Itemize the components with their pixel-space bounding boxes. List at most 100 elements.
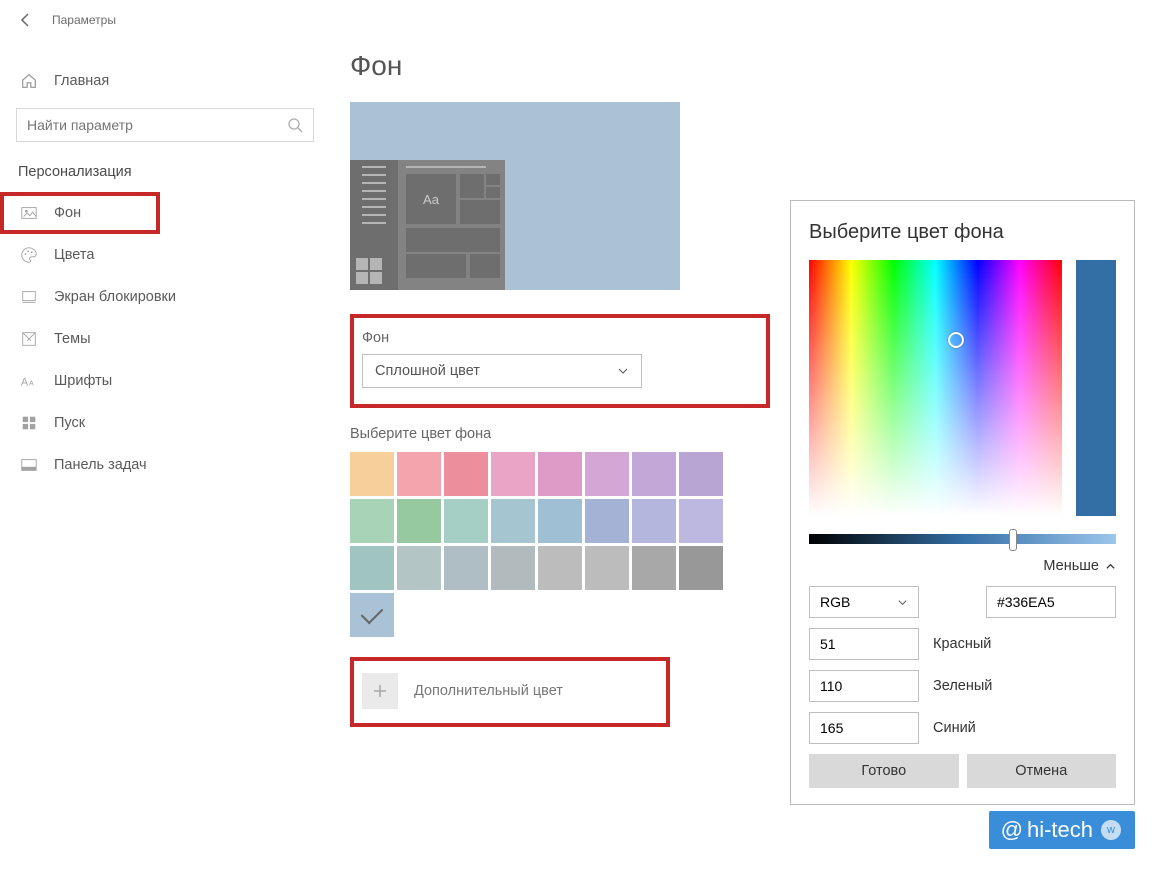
color-swatch-selected[interactable] (350, 593, 394, 637)
taskbar-icon (20, 456, 38, 474)
nav-home[interactable]: Главная (0, 62, 330, 100)
nav-label: Шрифты (54, 373, 112, 389)
nav-item-lockscreen[interactable]: Экран блокировки (0, 276, 330, 318)
image-icon (20, 204, 38, 222)
spectrum-thumb[interactable] (948, 332, 964, 348)
plus-icon (372, 683, 388, 699)
color-swatch[interactable] (538, 499, 582, 543)
hex-input[interactable] (986, 586, 1116, 618)
color-swatch[interactable] (632, 499, 676, 543)
color-grid-label: Выберите цвет фона (350, 426, 770, 442)
red-label: Красный (933, 636, 991, 652)
background-label: Фон (362, 330, 748, 346)
green-input[interactable] (809, 670, 919, 702)
page-title: Фон (350, 50, 770, 82)
cancel-button[interactable]: Отмена (967, 754, 1117, 788)
color-mode-select[interactable]: RGB (809, 586, 919, 618)
background-type-dropdown[interactable]: Сплошной цвет (362, 354, 642, 388)
nav-label: Фон (54, 205, 81, 221)
chevron-down-icon (897, 597, 908, 608)
value-slider[interactable] (809, 534, 1116, 544)
nav-item-taskbar[interactable]: Панель задач (0, 444, 330, 486)
nav-item-colors[interactable]: Цвета (0, 234, 330, 276)
green-label: Зеленый (933, 678, 992, 694)
start-icon (20, 414, 38, 432)
color-swatch[interactable] (444, 452, 488, 496)
settings-sidebar: Параметры Главная Персонализация Фон Цве… (0, 0, 330, 871)
blue-label: Синий (933, 720, 976, 736)
svg-text:A: A (29, 379, 34, 388)
nav-item-themes[interactable]: Темы (0, 318, 330, 360)
window-title: Параметры (52, 13, 116, 27)
color-swatch[interactable] (350, 499, 394, 543)
color-swatch[interactable] (397, 546, 441, 590)
color-swatch[interactable] (491, 546, 535, 590)
nav-label: Пуск (54, 415, 85, 431)
search-box[interactable] (16, 108, 314, 142)
palette-icon (20, 246, 38, 264)
search-icon (287, 117, 303, 133)
done-button[interactable]: Готово (809, 754, 959, 788)
color-swatch[interactable] (538, 452, 582, 496)
color-swatch[interactable] (679, 499, 723, 543)
color-swatch[interactable] (538, 546, 582, 590)
nav-home-label: Главная (54, 73, 109, 89)
color-swatch[interactable] (350, 452, 394, 496)
nav-item-start[interactable]: Пуск (0, 402, 330, 444)
blue-input[interactable] (809, 712, 919, 744)
color-swatch[interactable] (444, 499, 488, 543)
color-swatch[interactable] (397, 452, 441, 496)
color-swatch[interactable] (585, 499, 629, 543)
color-swatch[interactable] (397, 499, 441, 543)
fonts-icon: AA (20, 372, 38, 390)
watermark-text: hi-tech (1027, 817, 1093, 843)
nav-label: Экран блокировки (54, 289, 176, 305)
color-picker-dialog: Выберите цвет фона Меньше RGB Красный Зе… (790, 200, 1135, 805)
color-preview (1076, 260, 1116, 516)
background-type-section: Фон Сплошной цвет (350, 314, 770, 408)
custom-color-section: Дополнительный цвет (350, 657, 670, 727)
nav-items: Фон Цвета Экран блокировки Темы AA Шрифт… (0, 192, 330, 486)
home-icon (20, 72, 38, 90)
color-swatch[interactable] (491, 452, 535, 496)
chevron-down-icon (617, 365, 629, 377)
search-input[interactable] (27, 117, 287, 133)
nav-label: Цвета (54, 247, 94, 263)
slider-thumb[interactable] (1009, 529, 1017, 551)
color-swatch[interactable] (632, 546, 676, 590)
svg-text:A: A (21, 377, 29, 389)
nav-item-background[interactable]: Фон (0, 192, 160, 234)
themes-icon (20, 330, 38, 348)
color-swatch[interactable] (679, 452, 723, 496)
chevron-up-icon (1105, 561, 1116, 572)
color-swatch[interactable] (679, 546, 723, 590)
color-swatch[interactable] (632, 452, 676, 496)
less-toggle[interactable]: Меньше (809, 558, 1116, 574)
less-label: Меньше (1043, 558, 1099, 574)
nav-item-fonts[interactable]: AA Шрифты (0, 360, 330, 402)
color-swatch[interactable] (491, 499, 535, 543)
color-swatch[interactable] (350, 546, 394, 590)
add-custom-color-button[interactable] (362, 673, 398, 709)
nav-label: Темы (54, 331, 91, 347)
lock-screen-icon (20, 288, 38, 306)
color-grid (350, 452, 770, 590)
selected-swatch-row (350, 593, 770, 637)
color-spectrum[interactable] (809, 260, 1062, 516)
color-mode-value: RGB (820, 594, 850, 610)
watermark: @hi-tech w (989, 811, 1135, 849)
color-swatch[interactable] (585, 452, 629, 496)
red-input[interactable] (809, 628, 919, 660)
custom-color-label: Дополнительный цвет (414, 683, 563, 699)
desktop-preview: Aa (350, 102, 680, 290)
color-swatch[interactable] (444, 546, 488, 590)
nav-label: Панель задач (54, 457, 147, 473)
picker-title: Выберите цвет фона (809, 221, 1116, 244)
titlebar: Параметры (0, 0, 330, 40)
color-swatch[interactable] (585, 546, 629, 590)
back-icon[interactable] (18, 12, 34, 28)
dropdown-value: Сплошной цвет (375, 363, 480, 379)
main-content: Фон Aa Фон Сплошной цвет Выберите цвет ф… (350, 50, 770, 727)
preview-start-panel: Aa (350, 160, 505, 290)
preview-tile-sample: Aa (406, 174, 456, 224)
